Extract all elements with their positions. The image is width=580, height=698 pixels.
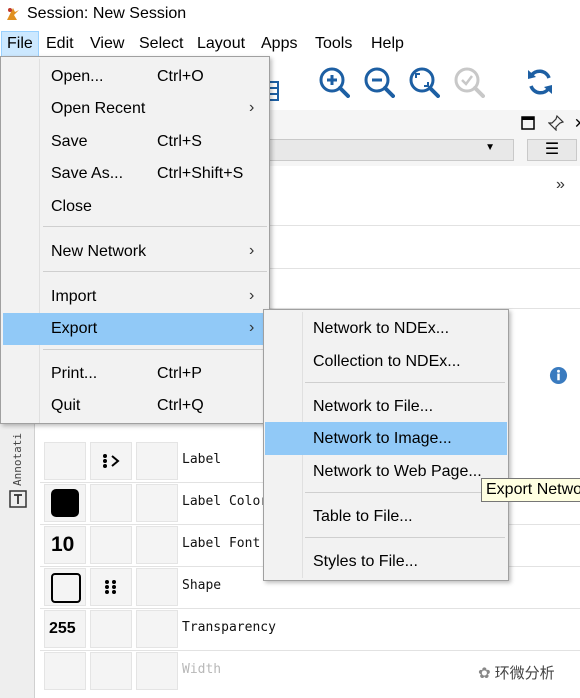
menu-item-shortcut: Ctrl+Shift+S: [157, 165, 244, 182]
wechat-icon: ✿: [478, 665, 491, 682]
property-label: Shape: [182, 578, 222, 593]
close-icon[interactable]: ✕: [574, 116, 580, 130]
font-size-value: 10: [51, 533, 75, 556]
discrete-mapping-icon: [105, 580, 116, 594]
collapse-icon[interactable]: »: [556, 176, 565, 194]
menu-item-collection-to-ndex[interactable]: Collection to NDEx...: [265, 345, 507, 378]
chevron-right-icon: ›: [249, 242, 255, 259]
menu-separator: [305, 382, 505, 383]
menu-item-network-to-web-page[interactable]: Network to Web Page...: [265, 455, 507, 488]
chevron-right-icon: ›: [249, 287, 255, 304]
menu-separator: [305, 492, 505, 493]
menu-item-label: Quit: [51, 397, 81, 414]
menu-separator: [43, 271, 267, 272]
menu-item-table-to-file[interactable]: Table to File...: [265, 500, 507, 533]
menu-item-label: Print...: [51, 365, 98, 382]
menu-edit[interactable]: Edit: [42, 33, 78, 55]
menu-item-network-to-image[interactable]: Network to Image...: [265, 422, 507, 455]
menu-apps[interactable]: Apps: [257, 33, 301, 55]
menu-item-label: Network to Web Page...: [313, 463, 482, 480]
menu-item-label: New Network: [51, 243, 147, 260]
menu-item-open-recent[interactable]: Open Recent ›: [3, 93, 267, 125]
refresh-icon[interactable]: [524, 66, 556, 98]
menu-item-label: Save As...: [51, 165, 124, 182]
annotation-tab-label: Annotati: [11, 433, 24, 486]
menu-item-label: Export: [51, 320, 98, 337]
menu-item-new-network[interactable]: New Network ›: [3, 236, 267, 268]
menu-item-label: Network to Image...: [313, 430, 452, 447]
window-title: Session: New Session: [27, 5, 187, 22]
mapping-arrow-icon: [103, 454, 120, 468]
menu-item-label: Network to NDEx...: [313, 320, 450, 337]
menu-file[interactable]: File: [1, 31, 39, 57]
property-label: Width: [182, 662, 222, 677]
menu-select[interactable]: Select: [135, 33, 187, 55]
style-dropdown[interactable]: ▼: [268, 139, 514, 161]
property-label: Label Font: [182, 536, 261, 551]
menu-separator: [305, 537, 505, 538]
menu-item-shortcut: Ctrl+S: [157, 133, 202, 150]
menu-item-shortcut: Ctrl+O: [157, 68, 204, 85]
property-label: Label: [182, 452, 222, 467]
menu-item-label: Open...: [51, 68, 104, 85]
menu-item-label: Collection to NDEx...: [313, 353, 461, 370]
menu-help[interactable]: Help: [367, 33, 408, 55]
tooltip: Export Netwo: [481, 478, 580, 502]
menu-item-save-as[interactable]: Save As... Ctrl+Shift+S: [3, 158, 267, 190]
menu-separator: [43, 226, 267, 227]
menu-item-export[interactable]: Export ›: [3, 313, 267, 345]
maximize-icon[interactable]: [521, 116, 535, 130]
menu-item-label: Save: [51, 133, 88, 150]
menu-item-open[interactable]: Open... Ctrl+O: [3, 61, 267, 93]
menu-item-label: Import: [51, 288, 97, 305]
menu-item-label: Open Recent: [51, 100, 146, 117]
property-label: Label Color: [182, 494, 269, 509]
chevron-down-icon: ▼: [485, 142, 495, 153]
menu-separator: [43, 349, 267, 350]
app-icon: [7, 8, 19, 20]
menu-item-close[interactable]: Close: [3, 191, 267, 223]
shape-preview: [51, 573, 81, 603]
file-menu: Open... Ctrl+O Open Recent › Save Ctrl+S…: [0, 56, 270, 424]
menu-item-print[interactable]: Print... Ctrl+P: [3, 358, 267, 390]
info-icon[interactable]: [549, 366, 568, 385]
menu-item-quit[interactable]: Quit Ctrl+Q: [3, 390, 267, 422]
menu-item-label: Table to File...: [313, 508, 413, 525]
text-annotation-icon[interactable]: [9, 490, 27, 508]
menu-item-import[interactable]: Import ›: [3, 281, 267, 313]
color-swatch[interactable]: [51, 489, 79, 517]
menu-tools[interactable]: Tools: [311, 33, 356, 55]
property-label: Transparency: [182, 620, 276, 635]
chevron-right-icon: ›: [249, 319, 255, 336]
pin-icon[interactable]: [548, 115, 564, 131]
row-divider: [270, 268, 580, 269]
menu-item-label: Network to File...: [313, 398, 434, 415]
property-row-transparency[interactable]: 255 Transparency: [40, 608, 580, 651]
menu-item-label: Close: [51, 198, 92, 215]
transparency-value: 255: [49, 620, 76, 637]
menu-item-label: Styles to File...: [313, 553, 418, 570]
zoom-selected-icon: [454, 67, 485, 98]
style-options-button[interactable]: ☰: [527, 139, 577, 161]
zoom-out-icon[interactable]: [363, 66, 395, 98]
zoom-fit-icon[interactable]: [408, 66, 440, 98]
menu-item-save[interactable]: Save Ctrl+S: [3, 126, 267, 158]
menu-item-network-to-ndex[interactable]: Network to NDEx...: [265, 312, 507, 345]
menu-item-shortcut: Ctrl+Q: [157, 397, 204, 414]
menu-view[interactable]: View: [86, 33, 128, 55]
menu-item-styles-to-file[interactable]: Styles to File...: [265, 545, 507, 578]
watermark: ✿ 环微分析: [478, 662, 555, 683]
svg-text:Annotati: Annotati: [11, 433, 24, 486]
zoom-in-icon[interactable]: [318, 66, 350, 98]
watermark-text: 环微分析: [494, 665, 555, 682]
menu-layout[interactable]: Layout: [193, 33, 249, 55]
row-divider: [270, 225, 580, 226]
menu-item-shortcut: Ctrl+P: [157, 365, 202, 382]
chevron-right-icon: ›: [249, 99, 255, 116]
menu-item-network-to-file[interactable]: Network to File...: [265, 390, 507, 423]
